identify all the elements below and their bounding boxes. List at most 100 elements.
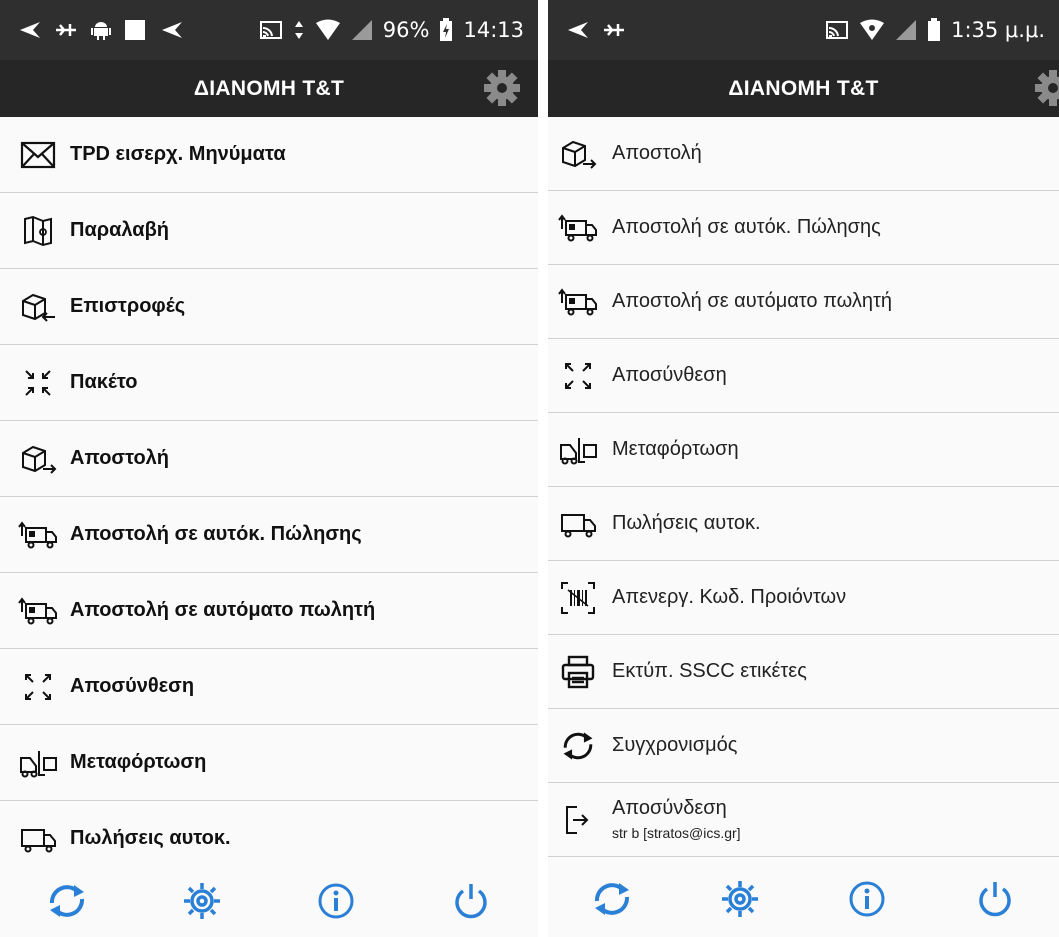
menu-item-shipment-vending[interactable]: Αποστολή σε αυτόματο πωλητή xyxy=(548,265,1059,339)
clock: 1:35 μ.μ. xyxy=(951,18,1045,42)
battery-charging-icon xyxy=(440,18,453,41)
sync-icon xyxy=(594,883,629,915)
clock: 14:13 xyxy=(463,18,524,42)
settings-button[interactable] xyxy=(715,874,765,924)
menu-item-shipment-sales-vehicle[interactable]: Αποστολή σε αυτόκ. Πώλησης xyxy=(548,191,1059,265)
menu-item-label: TPD εισερχ. Μηνύματα xyxy=(70,143,286,165)
menu-item-label: Μεταφόρτωση xyxy=(70,751,207,773)
notification-square-icon xyxy=(125,20,145,40)
signal-off-icon xyxy=(896,20,917,40)
logged-in-user: str b [stratos@ics.gr] xyxy=(612,825,741,841)
back-arrow-icon xyxy=(162,22,182,38)
back-arrow-icon xyxy=(568,22,588,38)
bottom-toolbar xyxy=(0,865,538,937)
menu-item-deactivate-codes[interactable]: Απενεργ. Κωδ. Προιόντων xyxy=(548,561,1059,635)
settings-gear-button[interactable] xyxy=(482,68,522,108)
menu-item-shipment[interactable]: Αποστολή xyxy=(0,421,538,497)
envelope-icon xyxy=(18,138,58,172)
cast-icon xyxy=(259,21,282,39)
menu-item-decomposition[interactable]: Αποσύνθεση xyxy=(548,339,1059,413)
gear-icon xyxy=(1035,70,1059,106)
status-bar: 96% 14:13 xyxy=(0,0,538,60)
phone-screen-right: 1:35 μ.μ. ΔΙΑΝΟΜΗ Τ&Τ Αποστολή Αποστολή … xyxy=(548,0,1059,937)
menu-item-label: Επιστροφές xyxy=(70,295,186,317)
menu-item-label: Παραλαβή xyxy=(70,219,170,241)
box-send-icon xyxy=(558,137,598,171)
usb-icon xyxy=(56,24,76,36)
menu-item-reload[interactable]: Μεταφόρτωση xyxy=(0,725,538,801)
power-button[interactable] xyxy=(970,874,1020,924)
info-button[interactable] xyxy=(311,876,361,926)
forklift-icon xyxy=(558,433,598,467)
app-title: ΔΙΑΝΟΜΗ Τ&Τ xyxy=(193,76,345,100)
main-menu: Αποστολή Αποστολή σε αυτόκ. Πώλησης Αποσ… xyxy=(548,117,1059,857)
settings-gear-button[interactable] xyxy=(1033,68,1059,108)
map-icon xyxy=(18,214,58,248)
menu-item-tpd-messages[interactable]: TPD εισερχ. Μηνύματα xyxy=(0,117,538,193)
sync-button[interactable] xyxy=(587,874,637,924)
info-button[interactable] xyxy=(842,874,892,924)
sync-icon xyxy=(558,729,598,763)
menu-item-shipment-sales-vehicle[interactable]: Αποστολή σε αυτόκ. Πώλησης xyxy=(0,497,538,573)
status-bar: 1:35 μ.μ. xyxy=(548,0,1059,60)
truck-upload-icon xyxy=(558,285,598,319)
menu-item-returns[interactable]: Επιστροφές xyxy=(0,269,538,345)
menu-item-logout[interactable]: Αποσύνδεση str b [stratos@ics.gr] xyxy=(548,783,1059,857)
settings-icon xyxy=(183,883,220,919)
truck-upload-icon xyxy=(558,211,598,245)
barcode-scan-icon xyxy=(558,581,598,615)
menu-item-shipment-vending[interactable]: Αποστολή σε αυτόματο πωλητή xyxy=(0,573,538,649)
power-icon xyxy=(455,884,487,919)
menu-item-label: Απενεργ. Κωδ. Προιόντων xyxy=(612,586,847,608)
box-send-icon xyxy=(18,442,58,476)
menu-item-label: Συγχρονισμός xyxy=(612,734,738,756)
main-menu: TPD εισερχ. Μηνύματα Παραλαβή Επιστροφές… xyxy=(0,117,538,877)
collapse-arrows-icon xyxy=(18,366,58,400)
data-arrows-icon xyxy=(294,21,303,39)
battery-percentage: 96% xyxy=(382,18,430,42)
cast-icon xyxy=(826,21,849,39)
truck-icon xyxy=(558,507,598,541)
menu-item-sync[interactable]: Συγχρονισμός xyxy=(548,709,1059,783)
menu-item-decomposition[interactable]: Αποσύνθεση xyxy=(0,649,538,725)
info-icon xyxy=(849,881,885,917)
menu-item-vehicle-sales[interactable]: Πωλήσεις αυτοκ. xyxy=(548,487,1059,561)
info-icon xyxy=(318,883,354,919)
battery-icon xyxy=(928,18,941,41)
signal-off-icon xyxy=(351,20,372,40)
app-bar: ΔΙΑΝΟΜΗ Τ&Τ xyxy=(548,60,1059,117)
gear-icon xyxy=(484,70,520,106)
wifi-icon xyxy=(315,19,340,40)
menu-item-receipt[interactable]: Παραλαβή xyxy=(0,193,538,269)
truck-upload-icon xyxy=(18,518,58,552)
app-bar: ΔΙΑΝΟΜΗ Τ&Τ xyxy=(0,60,538,117)
menu-item-label: Αποσύνθεση xyxy=(70,675,195,697)
power-button[interactable] xyxy=(446,876,496,926)
bottom-toolbar xyxy=(548,861,1059,937)
usb-icon xyxy=(604,24,624,36)
menu-item-package[interactable]: Πακέτο xyxy=(0,345,538,421)
menu-item-label: Πακέτο xyxy=(70,371,138,393)
truck-icon xyxy=(18,822,58,856)
menu-item-print-sscc[interactable]: Εκτύπ. SSCC ετικέτες xyxy=(548,635,1059,709)
menu-item-label: Πωλήσεις αυτοκ. xyxy=(612,512,761,534)
menu-item-label: Εκτύπ. SSCC ετικέτες xyxy=(612,660,807,682)
menu-item-label: Αποστολή σε αυτόκ. Πώλησης xyxy=(612,216,881,238)
expand-arrows-icon xyxy=(18,670,58,704)
menu-item-label: Αποστολή σε αυτόματο πωλητή xyxy=(612,290,892,312)
sync-button[interactable] xyxy=(42,876,92,926)
wifi-icon xyxy=(860,19,885,40)
menu-item-label: Αποστολή σε αυτόκ. Πώλησης xyxy=(70,523,362,545)
forklift-icon xyxy=(18,746,58,780)
settings-button[interactable] xyxy=(177,876,227,926)
truck-upload-icon xyxy=(18,594,58,628)
app-title: ΔΙΑΝΟΜΗ Τ&Τ xyxy=(728,76,879,100)
menu-item-label: Μεταφόρτωση xyxy=(612,438,739,460)
menu-item-shipment[interactable]: Αποστολή xyxy=(548,117,1059,191)
menu-item-reload[interactable]: Μεταφόρτωση xyxy=(548,413,1059,487)
android-icon xyxy=(91,22,111,40)
phone-screen-left: 96% 14:13 ΔΙΑΝΟΜΗ Τ&Τ TPD εισερχ. Μηνύμα… xyxy=(0,0,538,937)
menu-item-label: Αποστολή xyxy=(70,447,170,469)
expand-arrows-icon xyxy=(558,359,598,393)
back-arrow-icon xyxy=(20,22,40,38)
